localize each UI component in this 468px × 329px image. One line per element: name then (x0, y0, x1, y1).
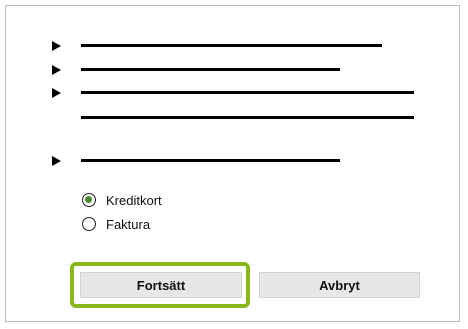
placeholder-text-line (81, 159, 340, 162)
radio-dot (85, 196, 92, 203)
bullet-icon (52, 88, 61, 98)
placeholder-text-line (81, 44, 382, 47)
bullet-icon (52, 41, 61, 51)
placeholder-text-line (81, 116, 414, 119)
radio-button[interactable] (82, 217, 96, 231)
placeholder-text-line (81, 91, 414, 94)
bullet-icon (52, 65, 61, 75)
continue-button-highlight (70, 262, 250, 308)
radio-label: Faktura (106, 216, 151, 232)
cancel-button[interactable]: Avbryt (259, 272, 420, 298)
radio-option-kreditkort[interactable]: Kreditkort (82, 191, 162, 209)
bullet-icon (52, 156, 61, 166)
radio-label: Kreditkort (106, 192, 162, 208)
radio-button-selected[interactable] (82, 193, 96, 207)
placeholder-text-line (81, 68, 340, 71)
radio-option-faktura[interactable]: Faktura (82, 215, 150, 233)
